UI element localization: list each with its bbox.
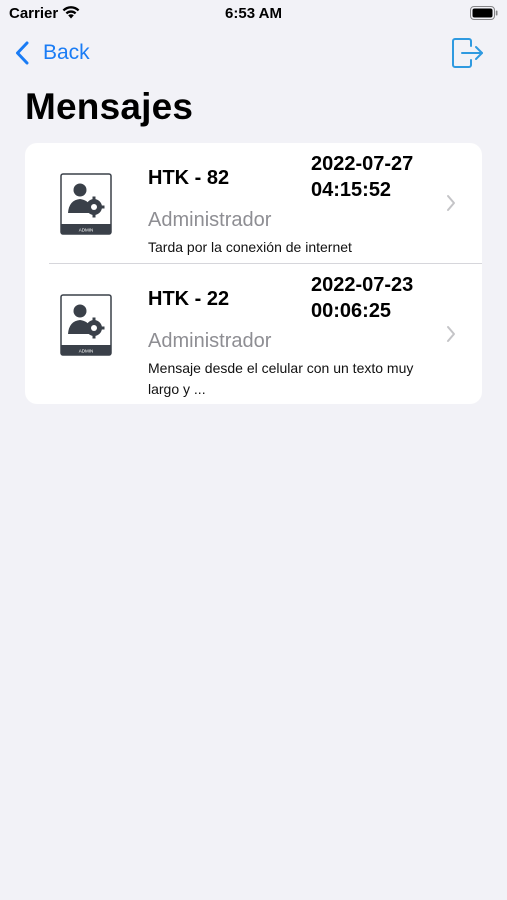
message-date: 2022-07-23 <box>311 274 414 296</box>
message-list: ADMIN HTK - 82 2022-07-27 04:15:52 Admin… <box>25 143 482 404</box>
back-label: Back <box>43 41 90 64</box>
ticket-code: HTK - 22 <box>148 288 230 310</box>
svg-text:ADMIN: ADMIN <box>79 349 94 354</box>
chevron-left-icon <box>16 41 29 65</box>
list-item[interactable]: ADMIN HTK - 22 2022-07-23 00:06:25 Admin… <box>25 264 482 404</box>
ticket-code: HTK - 82 <box>148 167 230 189</box>
status-bar: Carrier 6:53 AM <box>0 0 507 28</box>
battery-icon <box>470 6 498 20</box>
message-sender: Administrador <box>148 330 272 352</box>
chevron-right-icon <box>447 195 455 211</box>
admin-avatar-icon: ADMIN <box>60 294 112 356</box>
list-item[interactable]: ADMIN HTK - 82 2022-07-27 04:15:52 Admin… <box>25 143 482 263</box>
message-time: 04:15:52 <box>311 179 392 201</box>
status-time: 6:53 AM <box>225 5 282 22</box>
page-title: Mensajes <box>25 86 194 127</box>
back-button[interactable]: Back <box>15 38 90 68</box>
svg-text:ADMIN: ADMIN <box>79 228 94 233</box>
message-preview: Tarda por la conexión de internet <box>148 239 352 255</box>
chevron-right-icon <box>447 326 455 342</box>
logout-icon[interactable] <box>451 37 485 69</box>
message-date: 2022-07-27 <box>311 153 414 175</box>
message-time: 00:06:25 <box>311 300 392 322</box>
message-preview: Mensaje desde el celular con un texto mu… <box>148 360 414 397</box>
message-sender: Administrador <box>148 209 272 231</box>
admin-avatar-icon: ADMIN <box>60 173 112 235</box>
